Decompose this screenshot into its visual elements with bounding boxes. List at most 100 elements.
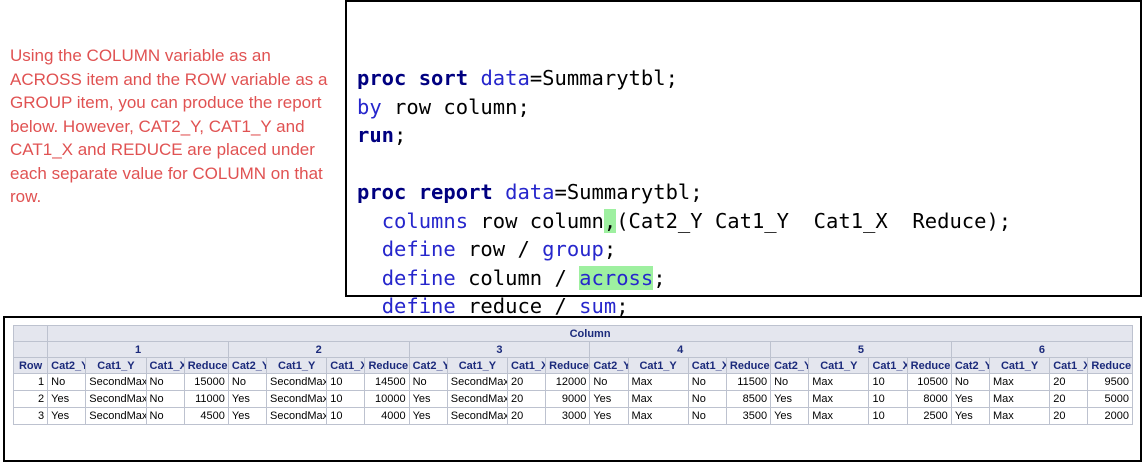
- table-cell: Yes: [409, 408, 447, 425]
- row-number-cell: 3: [14, 408, 48, 425]
- table-cell: Max: [809, 391, 869, 408]
- table-cell: No: [228, 374, 266, 391]
- table-cell: 20: [508, 408, 546, 425]
- sub-header: Reduce: [365, 358, 409, 374]
- table-cell: 9000: [546, 391, 590, 408]
- code-block: proc sort data=Summarytbl;by row column;…: [357, 64, 1130, 349]
- group-header: 1: [48, 342, 229, 358]
- code-token: [357, 294, 382, 318]
- table-cell: SecondMax: [447, 391, 507, 408]
- table-cell: 8000: [907, 391, 951, 408]
- table-cell: 15000: [184, 374, 228, 391]
- sub-header: Cat1_Y: [267, 358, 327, 374]
- sub-header: Reduce: [546, 358, 590, 374]
- table-cell: 20: [1050, 408, 1088, 425]
- table-cell: 11000: [184, 391, 228, 408]
- code-line: run;: [357, 121, 1130, 150]
- code-token: define: [382, 294, 456, 318]
- code-token: [357, 266, 382, 290]
- table-cell: No: [409, 374, 447, 391]
- code-line: [357, 150, 1130, 179]
- highlighted-code-token: ,: [604, 209, 616, 233]
- report-head: Column 123456 RowCat2_YCat1_YCat1_XReduc…: [14, 326, 1133, 374]
- page: Using the COLUMN variable as an ACROSS i…: [0, 0, 1145, 464]
- table-cell: 2500: [907, 408, 951, 425]
- table-row: 3YesSecondMaxNo4500YesSecondMax104000Yes…: [14, 408, 1133, 425]
- corner-blank-cell: [14, 326, 48, 342]
- sub-header: Cat2_Y: [409, 358, 447, 374]
- table-cell: 10: [327, 391, 365, 408]
- table-cell: Yes: [951, 408, 989, 425]
- table-cell: SecondMax: [86, 391, 146, 408]
- table-cell: 11500: [726, 374, 770, 391]
- code-line: columns row column,(Cat2_Y Cat1_Y Cat1_X…: [357, 207, 1130, 236]
- table-cell: 20: [508, 374, 546, 391]
- sub-header: Cat1_X: [146, 358, 184, 374]
- code-token: =Summarytbl;: [554, 180, 702, 204]
- table-cell: 10: [327, 374, 365, 391]
- group-header: 4: [590, 342, 771, 358]
- table-cell: Yes: [590, 408, 628, 425]
- code-line: proc report data=Summarytbl;: [357, 178, 1130, 207]
- code-token: ;: [394, 123, 406, 147]
- highlighted-code-token: across: [579, 266, 653, 290]
- report-box: Column 123456 RowCat2_YCat1_YCat1_XReduc…: [3, 316, 1142, 462]
- table-cell: 10: [869, 391, 907, 408]
- table-cell: Yes: [409, 391, 447, 408]
- group-header: 6: [951, 342, 1132, 358]
- table-cell: No: [146, 374, 184, 391]
- table-cell: 3500: [726, 408, 770, 425]
- table-cell: 20: [508, 391, 546, 408]
- column-spanning-header: Column: [48, 326, 1133, 342]
- code-token: [357, 209, 382, 233]
- code-token: [493, 180, 505, 204]
- table-cell: 10000: [365, 391, 409, 408]
- code-token: row column;: [382, 95, 530, 119]
- sub-header: Cat2_Y: [48, 358, 86, 374]
- table-cell: SecondMax: [267, 391, 327, 408]
- table-cell: 20: [1050, 391, 1088, 408]
- sub-header: Cat1_Y: [989, 358, 1049, 374]
- column-title-row: Column: [14, 326, 1133, 342]
- code-box: proc sort data=Summarytbl;by row column;…: [345, 0, 1142, 297]
- code-line: proc sort data=Summarytbl;: [357, 64, 1130, 93]
- code-token: column /: [456, 266, 579, 290]
- table-cell: 8500: [726, 391, 770, 408]
- code-token: =Summarytbl;: [530, 66, 678, 90]
- sub-header: Cat1_X: [327, 358, 365, 374]
- code-token: data: [505, 180, 554, 204]
- sub-header: Cat1_Y: [86, 358, 146, 374]
- sub-header: Cat2_Y: [590, 358, 628, 374]
- table-cell: 9500: [1088, 374, 1133, 391]
- sub-header: Cat1_Y: [809, 358, 869, 374]
- code-token: [468, 66, 480, 90]
- sub-header: Cat2_Y: [951, 358, 989, 374]
- table-cell: Max: [628, 408, 688, 425]
- sub-header: Reduce: [726, 358, 770, 374]
- code-token: row /: [456, 237, 542, 261]
- row-number-cell: 1: [14, 374, 48, 391]
- table-cell: 2000: [1088, 408, 1133, 425]
- sub-header: Reduce: [1088, 358, 1133, 374]
- row-header: Row: [14, 358, 48, 374]
- code-token: data: [480, 66, 529, 90]
- table-cell: No: [146, 408, 184, 425]
- code-token: columns: [382, 209, 468, 233]
- table-cell: 14500: [365, 374, 409, 391]
- code-line: by row column;: [357, 93, 1130, 122]
- code-line: define row / group;: [357, 235, 1130, 264]
- table-cell: Yes: [228, 391, 266, 408]
- table-cell: SecondMax: [447, 374, 507, 391]
- code-token: sum: [579, 294, 616, 318]
- code-token: reduce /: [456, 294, 579, 318]
- sub-header: Cat1_X: [688, 358, 726, 374]
- table-cell: Max: [809, 408, 869, 425]
- table-cell: Max: [628, 374, 688, 391]
- code-token: proc sort: [357, 66, 468, 90]
- code-token: define: [382, 266, 456, 290]
- report-body: 1NoSecondMaxNo15000NoSecondMax1014500NoS…: [14, 374, 1133, 425]
- sub-header: Cat1_X: [508, 358, 546, 374]
- code-token: (Cat2_Y Cat1_Y Cat1_X Reduce);: [616, 209, 1011, 233]
- code-token: define: [382, 237, 456, 261]
- sub-header: Reduce: [907, 358, 951, 374]
